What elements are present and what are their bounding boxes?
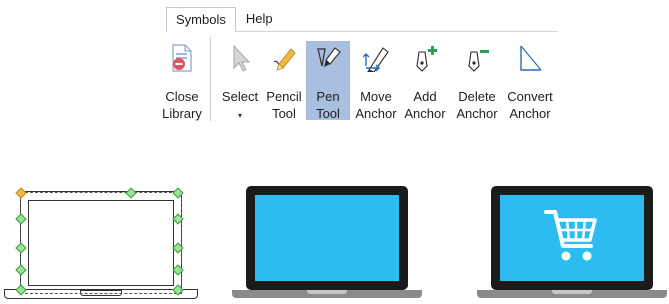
move-anchor-label-line2: Anchor [355,106,397,121]
add-anchor-label-line1: Add [413,89,437,104]
convert-anchor-label-line2: Anchor [509,106,551,121]
select-arrow-icon [227,44,253,72]
selection-box [20,192,182,294]
shopping-cart-icon [543,206,601,266]
laptop-blue-screen-shape[interactable] [232,186,422,304]
select-label: Select [221,89,259,104]
select-button[interactable]: Select ▾ [219,41,261,120]
select-dropdown-caret[interactable]: ▾ [238,107,242,124]
delete-anchor-label-line1: Delete [458,89,496,104]
add-anchor-button[interactable]: Add Anchor [402,41,448,121]
add-anchor-icon [412,44,438,72]
close-library-button[interactable]: Close Library [157,41,207,121]
close-library-icon [169,44,195,72]
laptop-screen-blue [255,195,399,281]
symbols-ribbon: Close Library Select ▾ Pencil Tool Pen T… [157,32,557,122]
move-anchor-icon [362,44,389,73]
pencil-tool-button[interactable]: Pencil Tool [263,41,305,121]
pen-tool-label-line1: Pen [316,89,340,104]
pencil-icon [271,44,297,72]
tab-symbols[interactable]: Symbols [166,7,236,32]
move-anchor-label-line1: Move [360,89,392,104]
ribbon-separator [210,37,211,121]
convert-anchor-label-line1: Convert [507,89,553,104]
close-library-label-line1: Close [165,89,199,104]
laptop-shopping-cart-shape[interactable] [477,186,669,304]
pen-tool-label-line2: Tool [316,106,340,121]
delete-anchor-icon [464,44,490,72]
pencil-tool-label-line1: Pencil [266,89,302,104]
close-library-label-line2: Library [162,106,202,121]
delete-anchor-button[interactable]: Delete Anchor [454,41,500,121]
move-anchor-button[interactable]: Move Anchor [353,41,399,121]
ribbon-tabs: Symbols Help [166,7,283,32]
tab-help[interactable]: Help [236,7,283,30]
convert-anchor-button[interactable]: Convert Anchor [504,41,556,121]
pen-nib-icon [315,44,341,72]
laptop-outline-shape[interactable] [0,186,200,304]
convert-anchor-icon [517,44,543,72]
pencil-tool-label-line2: Tool [272,106,296,121]
delete-anchor-label-line2: Anchor [456,106,498,121]
pen-tool-button[interactable]: Pen Tool [306,41,350,121]
add-anchor-label-line2: Anchor [404,106,446,121]
